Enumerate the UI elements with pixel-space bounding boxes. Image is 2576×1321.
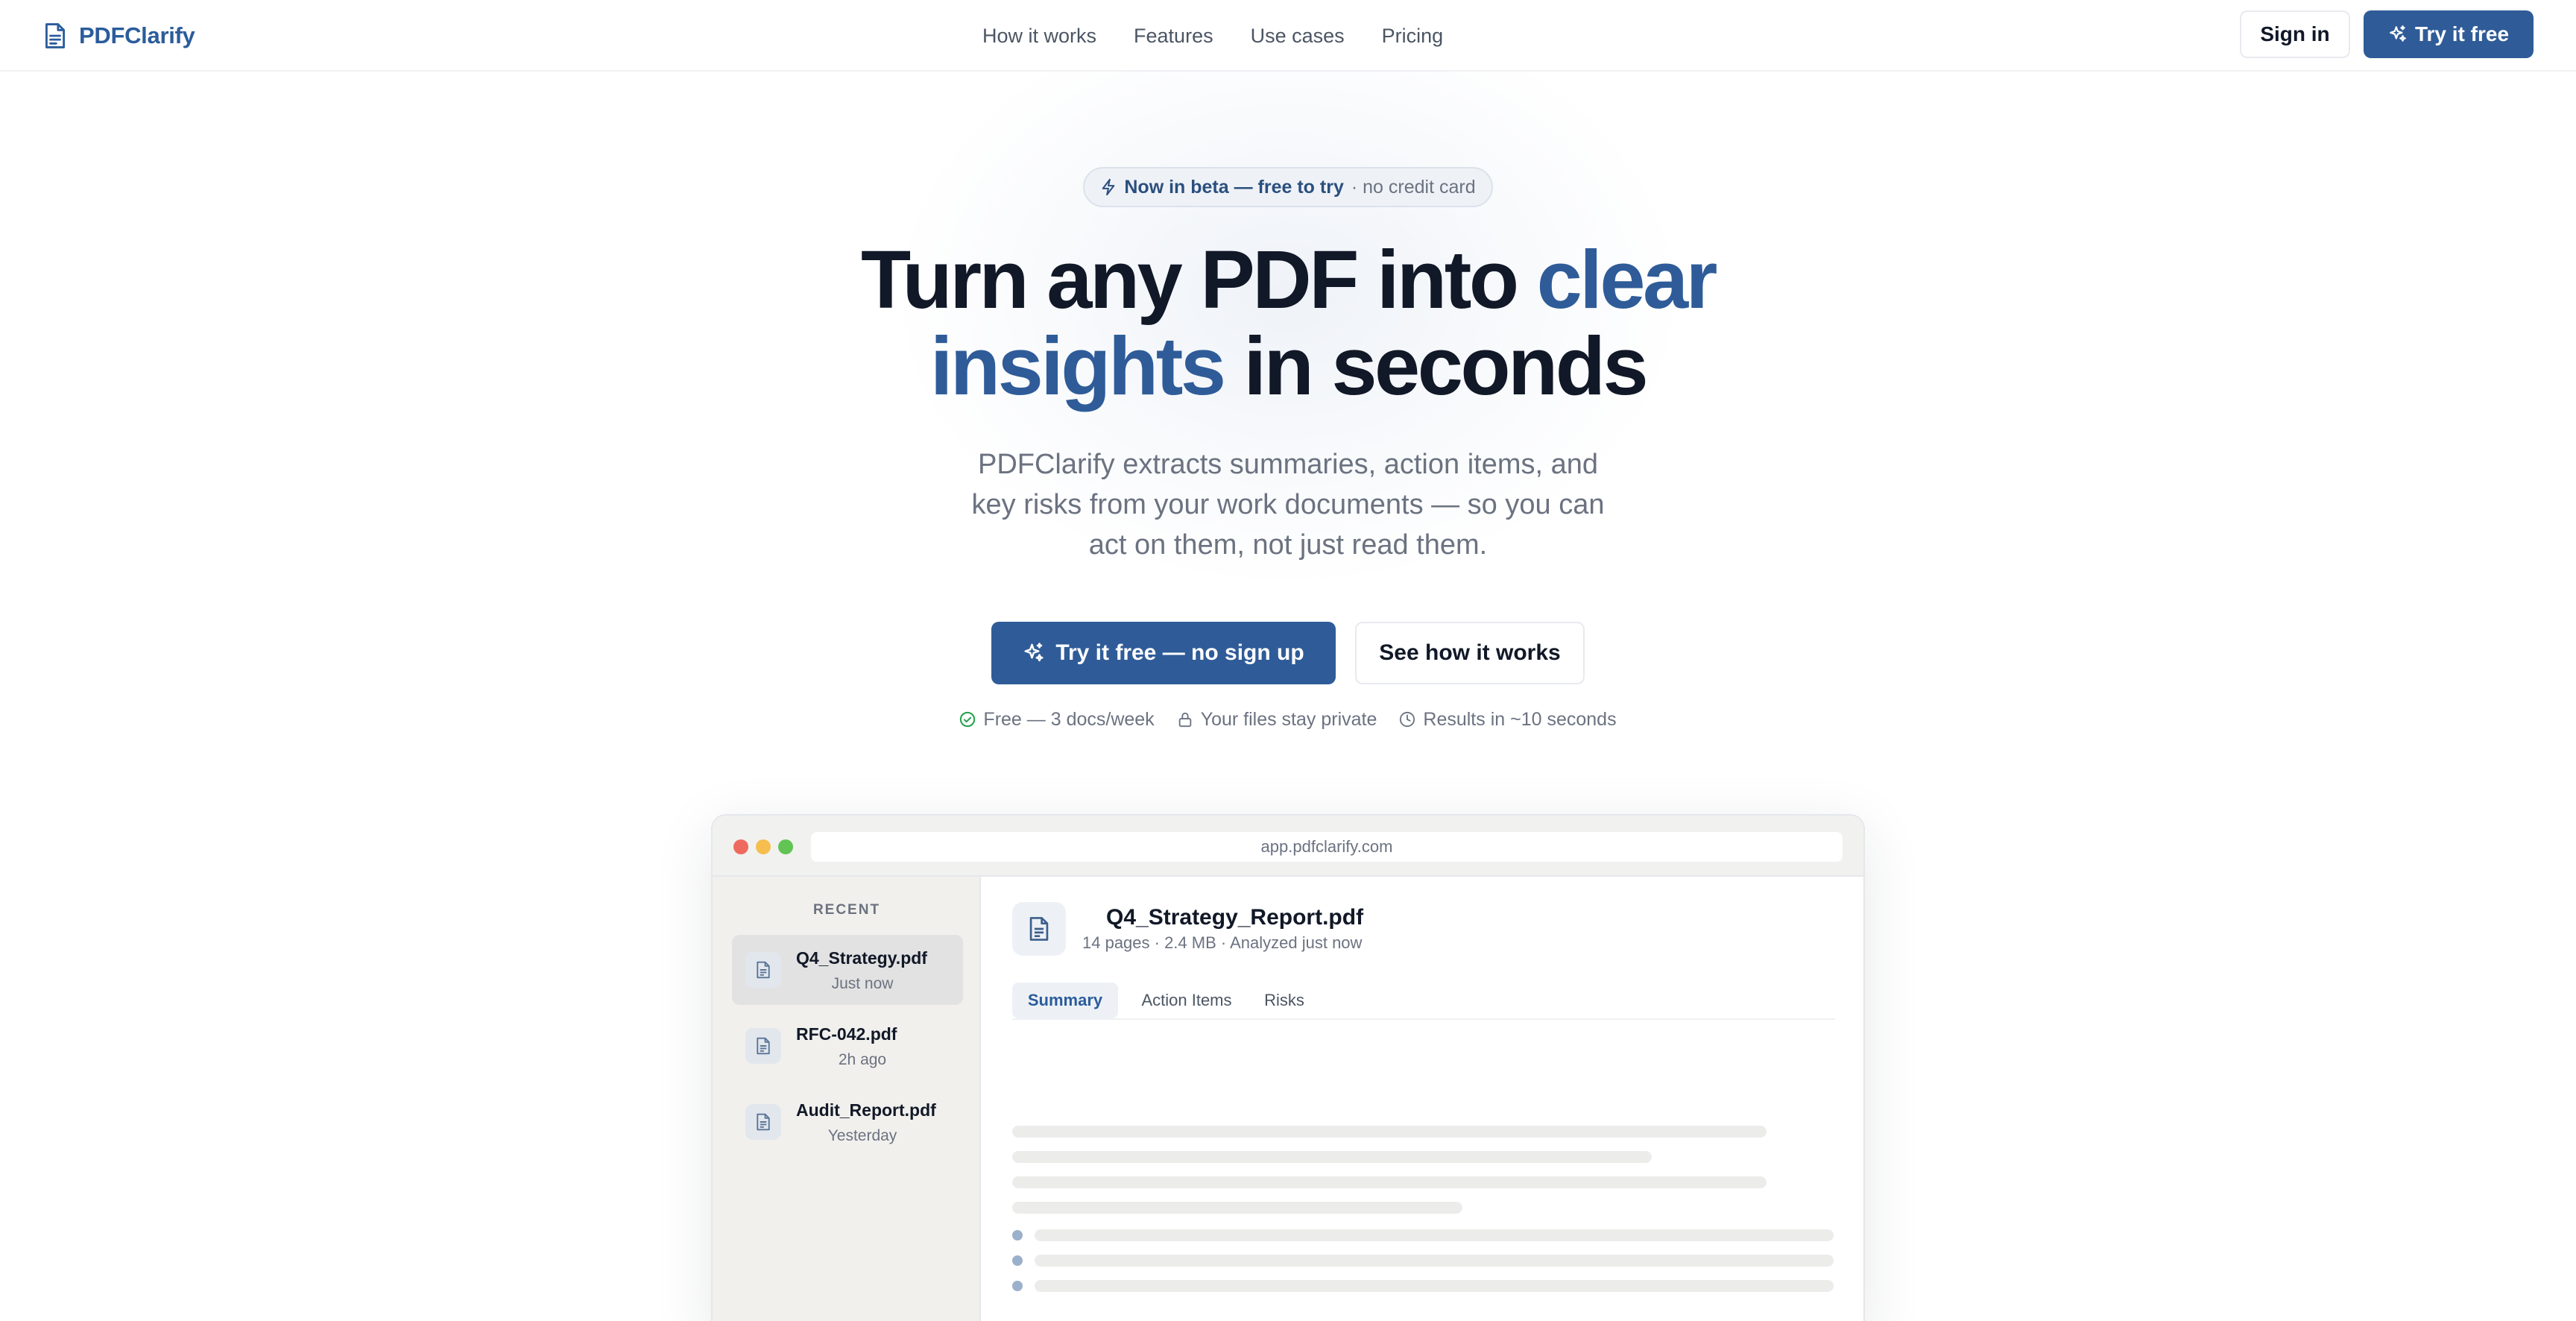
headline-accent: clear [1536, 234, 1718, 326]
try-free-button[interactable]: Try it free [2364, 10, 2534, 58]
file-name: Audit_Report.pdf [796, 1100, 936, 1120]
beta-badge-note: · no credit card [1351, 176, 1476, 198]
try-free-label: Try it free [2414, 22, 2510, 45]
trust-text: Your files stay private [1200, 708, 1377, 730]
check-circle-icon [959, 711, 976, 728]
beta-badge-text: Now in beta — free to try [1124, 176, 1344, 198]
file-name: Q4_Strategy.pdf [796, 948, 927, 968]
cta-primary-label: Try it free — no sign up [1055, 640, 1304, 665]
window-close-dot [733, 839, 748, 854]
file-time: Just now [831, 975, 894, 992]
top-navbar: PDFClarify How it works Features Use cas… [0, 0, 2576, 72]
document-icon [1012, 902, 1066, 956]
window-maximize-dot [778, 839, 793, 854]
file-icon [745, 952, 781, 988]
hero-headline: Turn any PDF into clear insights in seco… [0, 237, 2576, 410]
app-preview-window: app.pdfclarify.com RECENT Q4_Strategy.pd… [711, 814, 1865, 1321]
sparkle-icon [2388, 25, 2408, 44]
trust-item-private: Your files stay private [1177, 709, 1377, 731]
file-time: Yesterday [827, 1127, 897, 1144]
lightning-icon [1100, 178, 1117, 196]
brand-logo[interactable]: PDFClarify [43, 18, 195, 54]
sign-in-button[interactable]: Sign in [2240, 10, 2350, 58]
recent-file-item[interactable]: Q4_Strategy.pdf Just now [732, 935, 963, 1005]
beta-badge: Now in beta — free to try · no credit ca… [1083, 167, 1493, 207]
skeleton-line [1035, 1280, 1834, 1292]
recent-file-item[interactable]: Audit_Report.pdf Yesterday [732, 1087, 963, 1157]
window-titlebar: app.pdfclarify.com [713, 816, 1863, 877]
skeleton-line [1012, 1151, 1652, 1163]
clock-icon [1399, 711, 1415, 728]
trust-text: Results in ~10 seconds [1423, 708, 1617, 730]
file-time: 2h ago [838, 1051, 887, 1068]
address-bar: app.pdfclarify.com [811, 832, 1843, 862]
trust-item-free: Free — 3 docs/week [959, 708, 1155, 731]
analysis-tabs: Summary Action Items Risks [1012, 983, 1835, 1020]
skeleton-line [1012, 1126, 1767, 1138]
skeleton-line [1012, 1202, 1462, 1214]
skeleton-bullet [1012, 1255, 1023, 1266]
skeleton-bullet [1012, 1230, 1023, 1240]
tab-summary[interactable]: Summary [1012, 983, 1118, 1018]
headline-part: in seconds [1223, 321, 1649, 412]
file-icon [745, 1104, 781, 1140]
see-how-it-works-button[interactable]: See how it works [1355, 622, 1585, 684]
skeleton-line [1035, 1255, 1834, 1267]
recent-files-sidebar: RECENT Q4_Strategy.pdf Just now RFC-042.… [713, 877, 981, 1321]
skeleton-line [1035, 1229, 1834, 1241]
nav-link-features[interactable]: Features [1134, 25, 1213, 48]
nav-link-how-it-works[interactable]: How it works [982, 25, 1096, 48]
tab-action-items[interactable]: Action Items [1131, 983, 1242, 1018]
file-name: RFC-042.pdf [796, 1024, 897, 1044]
nav-link-use-cases[interactable]: Use cases [1251, 25, 1345, 48]
headline-part: Turn any PDF into [861, 234, 1537, 326]
brand-name: PDFClarify [79, 22, 195, 48]
skeleton-line [1012, 1176, 1767, 1188]
document-meta: 14 pages · 2.4 MB · Analyzed just now [1082, 933, 1363, 952]
trust-indicators: Free — 3 docs/week Your files stay priva… [0, 707, 2576, 732]
skeleton-bullet [1012, 1281, 1023, 1291]
file-icon [745, 1028, 781, 1064]
hero-subheading: PDFClarify extracts summaries, action it… [971, 449, 1605, 561]
trust-text: Free — 3 docs/week [983, 708, 1155, 730]
recent-heading: RECENT [812, 902, 881, 918]
try-free-no-signup-button[interactable]: Try it free — no sign up [991, 622, 1336, 684]
nav-link-pricing[interactable]: Pricing [1382, 25, 1444, 48]
document-icon [43, 22, 67, 49]
headline-accent: insights [929, 321, 1226, 412]
tab-risks[interactable]: Risks [1252, 983, 1316, 1018]
recent-file-item[interactable]: RFC-042.pdf 2h ago [732, 1011, 963, 1081]
sparkle-icon [1023, 642, 1045, 664]
lock-icon [1177, 711, 1193, 728]
document-analysis-panel: Q4_Strategy_Report.pdf 14 pages · 2.4 MB… [981, 877, 1863, 1321]
document-title: Q4_Strategy_Report.pdf [1106, 905, 1364, 930]
nav-links: How it works Features Use cases Pricing [982, 21, 1443, 51]
trust-item-speed: Results in ~10 seconds [1399, 708, 1617, 731]
window-minimize-dot [756, 839, 771, 854]
